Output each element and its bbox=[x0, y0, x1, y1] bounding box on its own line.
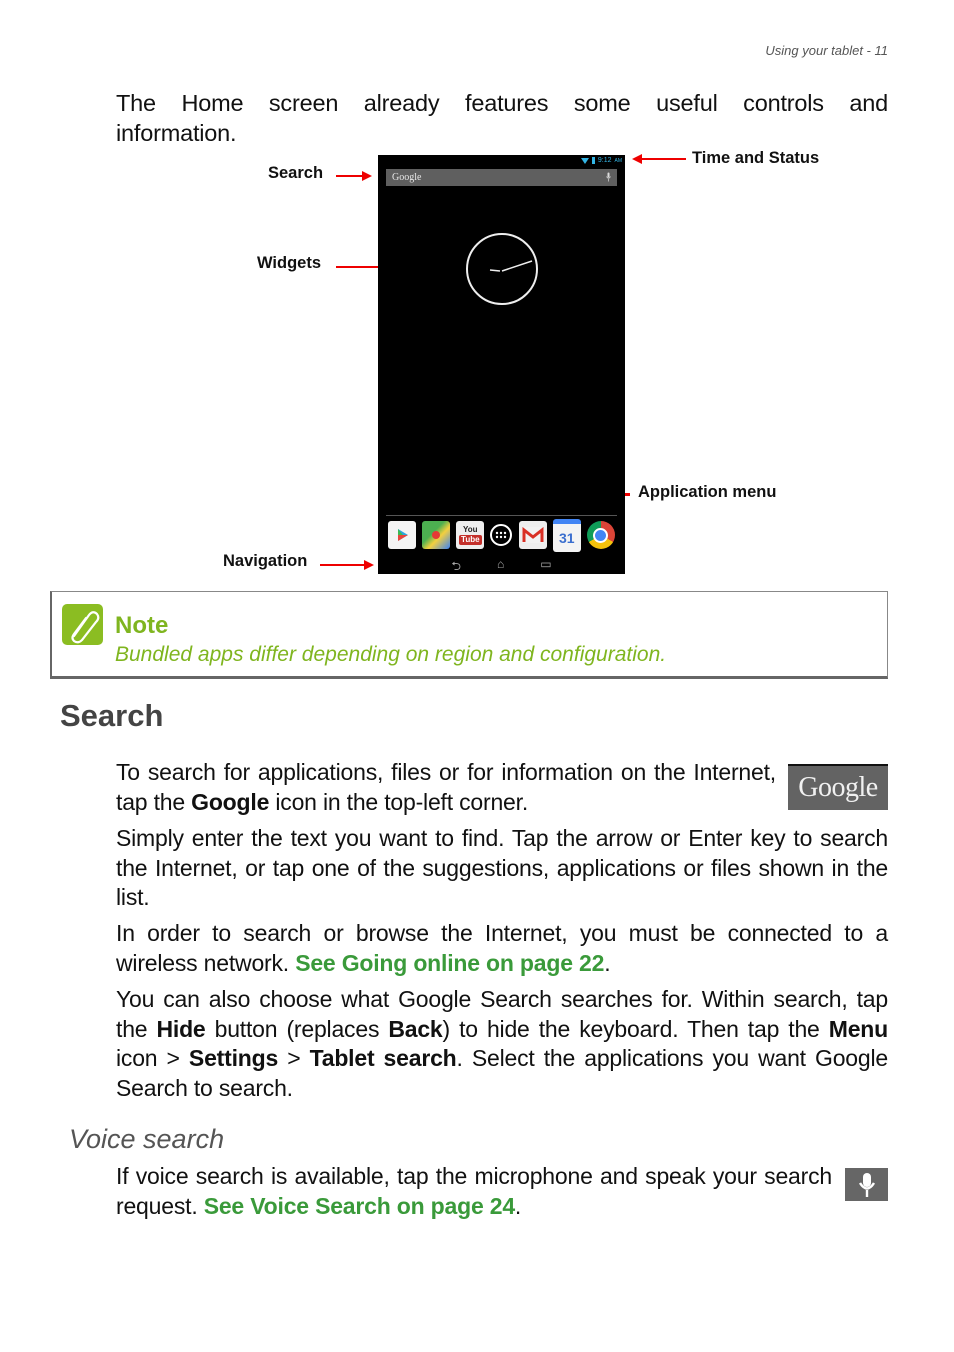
label-app-menu: Application menu bbox=[638, 483, 777, 501]
arrow-navigation bbox=[320, 564, 364, 566]
status-ampm: AM bbox=[614, 157, 623, 164]
wifi-icon bbox=[580, 157, 589, 164]
arrowhead-search bbox=[362, 171, 372, 181]
chrome-icon[interactable] bbox=[586, 521, 615, 549]
note-box: Note Bundled apps differ depending on re… bbox=[50, 591, 888, 679]
dock-divider bbox=[386, 515, 617, 516]
arrow-search bbox=[336, 175, 362, 177]
section-heading-search: Search bbox=[60, 698, 164, 733]
note-text: Bundled apps differ depending on region … bbox=[115, 643, 667, 666]
label-time-status: Time and Status bbox=[692, 149, 820, 167]
arrowhead-navigation bbox=[364, 560, 374, 570]
minute-hand bbox=[501, 260, 533, 272]
subsection-heading-voice-search: Voice search bbox=[69, 1124, 225, 1154]
label-search: Search bbox=[268, 164, 324, 182]
search-bar-text: Google bbox=[392, 172, 422, 183]
battery-icon bbox=[591, 157, 595, 164]
status-time: 9:12 bbox=[597, 157, 612, 164]
recent-apps-button[interactable]: ▭ bbox=[540, 557, 551, 578]
running-header: Using your tablet - 11 bbox=[765, 43, 888, 58]
google-search-bar[interactable]: Google bbox=[386, 169, 617, 186]
intro-paragraph: The Home screen already features some us… bbox=[116, 88, 888, 148]
arrow-time-status bbox=[642, 158, 686, 160]
link-voice-search[interactable]: See Voice Search on page 24 bbox=[204, 1193, 515, 1219]
search-paragraph-2: Simply enter the text you want to find. … bbox=[116, 825, 888, 910]
search-paragraph-3: In order to search or browse the Interne… bbox=[116, 920, 888, 976]
back-button[interactable]: ⮌ bbox=[451, 557, 461, 578]
note-title: Note bbox=[115, 612, 169, 639]
play-store-icon[interactable] bbox=[388, 521, 416, 549]
analog-clock-widget[interactable] bbox=[466, 233, 538, 305]
microphone-icon[interactable] bbox=[606, 172, 611, 183]
label-navigation: Navigation bbox=[223, 552, 308, 570]
label-widgets: Widgets bbox=[257, 254, 322, 272]
hour-hand bbox=[489, 269, 501, 272]
arrowhead-time-status bbox=[632, 154, 642, 164]
intro-line-2: information. bbox=[116, 120, 237, 146]
search-paragraph-1: To search for applications, files or for… bbox=[116, 759, 776, 815]
app-menu-icon[interactable] bbox=[490, 524, 513, 546]
microphone-icon bbox=[845, 1168, 888, 1201]
intro-line-1: The Home screen already features some us… bbox=[116, 90, 888, 116]
navigation-bar: ⮌ ⌂ ▭ bbox=[378, 557, 625, 578]
search-paragraph-4: You can also choose what Google Search s… bbox=[116, 986, 888, 1101]
paperclip-icon bbox=[62, 604, 103, 645]
google-search-icon-image: Google bbox=[788, 764, 888, 810]
calendar-icon[interactable]: 31 bbox=[552, 518, 581, 552]
favorites-dock: You Tube 31 bbox=[386, 518, 617, 552]
youtube-icon[interactable]: You Tube bbox=[456, 521, 485, 549]
gmail-icon[interactable] bbox=[518, 521, 547, 549]
status-bar: 9:12 AM bbox=[580, 157, 623, 164]
maps-icon[interactable] bbox=[422, 521, 451, 549]
voice-paragraph: If voice search is available, tap the mi… bbox=[116, 1163, 832, 1219]
home-screen-screenshot: 9:12 AM Google You Tube 31 ⮌ ⌂ ▭ bbox=[378, 155, 625, 574]
link-going-online[interactable]: See Going online on page 22 bbox=[295, 950, 604, 976]
home-button[interactable]: ⌂ bbox=[497, 557, 504, 578]
